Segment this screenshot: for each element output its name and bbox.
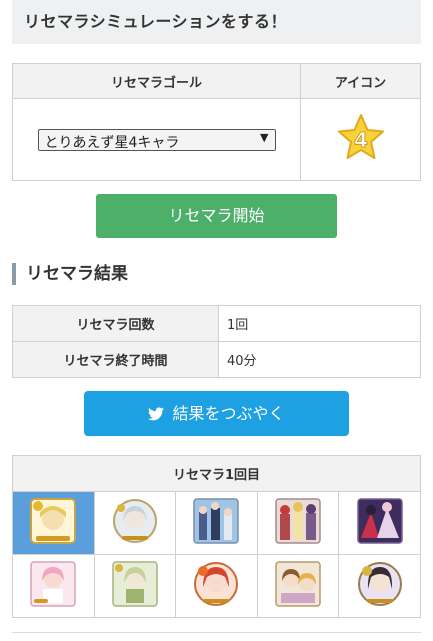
character-card-icon: [356, 498, 403, 544]
card-cell[interactable]: [93, 491, 177, 555]
card-cell[interactable]: [93, 554, 177, 618]
goal-table: リセマラゴール アイコン とりあえず星4キャラ ▼ 4: [12, 63, 421, 181]
dropdown-arrow-icon: ▼: [260, 130, 269, 144]
goal-select-cell: とりあえず星4キャラ ▼: [12, 98, 301, 181]
round-header: リセマラ1回目: [12, 455, 421, 492]
goal-column-header: リセマラゴール: [12, 63, 301, 99]
card-cell[interactable]: [256, 554, 340, 618]
star-value: 4: [354, 128, 368, 152]
tweet-result-button[interactable]: 結果をつぶやく: [84, 391, 349, 436]
character-card-icon: [193, 561, 239, 607]
character-card-icon: [357, 561, 403, 607]
table-row: リセマラ回数 1回: [12, 305, 421, 342]
character-card-icon: [275, 561, 321, 607]
reroll-count-value: 1回: [218, 305, 421, 342]
card-cell[interactable]: [338, 491, 421, 555]
reroll-time-label: リセマラ終了時間: [12, 341, 219, 378]
card-row: [12, 491, 421, 555]
character-card-icon: [30, 561, 77, 607]
page-title: リセマラシミュレーションをする！: [12, 0, 421, 44]
character-card-icon: [275, 498, 321, 544]
character-card-icon: [193, 498, 240, 544]
star-4-icon: 4: [335, 112, 387, 164]
goal-select[interactable]: とりあえず星4キャラ ▼: [37, 128, 276, 151]
card-cell[interactable]: [175, 491, 258, 555]
icon-column-header: アイコン: [300, 63, 421, 99]
character-card-icon: [112, 498, 158, 544]
results-table: リセマラ回数 1回 リセマラ終了時間 40分: [12, 305, 421, 378]
reroll-time-value: 40分: [218, 341, 421, 378]
round-table: リセマラ1回目: [12, 455, 421, 618]
card-row: [12, 554, 421, 618]
character-card-icon: [30, 498, 77, 544]
icon-cell: 4: [300, 98, 421, 181]
results-heading: リセマラ結果: [12, 263, 128, 285]
card-cell[interactable]: [175, 554, 258, 618]
start-reroll-button[interactable]: リセマラ開始: [96, 194, 337, 238]
goal-select-value: とりあえず星4キャラ: [44, 134, 180, 151]
reroll-count-label: リセマラ回数: [12, 305, 219, 342]
card-cell[interactable]: [12, 554, 95, 618]
tweet-label: 結果をつぶやく: [172, 404, 285, 423]
character-card-icon: [112, 561, 158, 607]
card-cell[interactable]: [256, 491, 340, 555]
table-row: リセマラ終了時間 40分: [12, 341, 421, 378]
card-cell[interactable]: [338, 554, 421, 618]
twitter-bird-icon: [148, 407, 165, 421]
card-cell[interactable]: [12, 491, 95, 555]
